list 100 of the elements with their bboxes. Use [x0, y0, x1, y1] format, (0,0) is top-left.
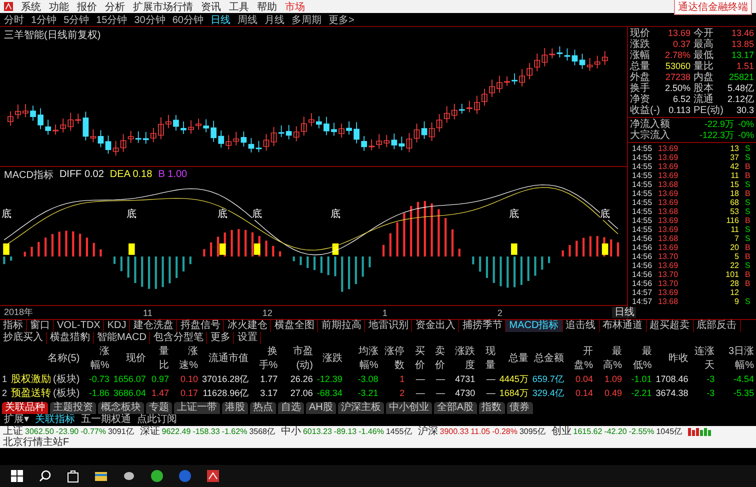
column-header[interactable]: 涨跌: [314, 344, 344, 372]
indicator-tab[interactable]: 冰火建仓: [224, 320, 272, 332]
category-tab[interactable]: 自选: [278, 402, 304, 414]
period-tab[interactable]: 30分钟: [134, 12, 166, 26]
column-header[interactable]: 现量: [477, 344, 498, 372]
category-tab[interactable]: 全部A股: [434, 402, 477, 414]
column-header[interactable]: 名称(5): [9, 344, 82, 372]
index-percent: -1.46%: [358, 426, 384, 437]
trade-side: B: [745, 162, 752, 171]
category-tab[interactable]: 沪深主板: [338, 402, 384, 414]
indicator-tab[interactable]: 地雷识别: [365, 320, 412, 332]
menu-item[interactable]: 分析: [105, 0, 125, 14]
sector-name[interactable]: 股权激励: [11, 374, 52, 385]
indicator-tab[interactable]: 捋盘信号: [177, 320, 224, 332]
indicator-tab[interactable]: 指标: [0, 320, 27, 332]
period-tab[interactable]: 日线: [210, 12, 230, 26]
app-icon[interactable]: [122, 469, 136, 483]
menu-item[interactable]: 帮助: [257, 0, 277, 14]
column-header[interactable]: 最低%: [624, 344, 654, 372]
column-header[interactable]: 涨幅%: [82, 344, 112, 372]
indicator-tab[interactable]: 布林通道: [600, 320, 647, 332]
column-header[interactable]: 卖价: [426, 344, 447, 372]
category-tab[interactable]: 概念板块: [98, 402, 144, 414]
indicator-tab[interactable]: MACD指标: [506, 320, 563, 332]
indicator-tab[interactable]: 建仓洗盘: [130, 320, 178, 332]
column-header[interactable]: 总量: [497, 344, 530, 372]
link[interactable]: 五一期权通: [81, 414, 132, 426]
menu-item[interactable]: 系统: [21, 0, 41, 14]
folder-icon[interactable]: [94, 469, 108, 483]
trading-app-icon[interactable]: [206, 469, 220, 483]
indicator-tab[interactable]: 横盘全图: [271, 320, 318, 332]
indicator-tab[interactable]: 包含分型笔: [150, 332, 208, 344]
indicator-tab[interactable]: 前期拉高: [318, 320, 366, 332]
link[interactable]: 扩展▾: [4, 414, 30, 426]
column-header[interactable]: 买价: [406, 344, 427, 372]
column-header[interactable]: 换手%: [250, 344, 280, 372]
menu-item[interactable]: 市场: [285, 0, 305, 14]
indicator-tab[interactable]: 追击线: [562, 320, 600, 332]
menu-item[interactable]: 功能: [49, 0, 69, 14]
period-tab[interactable]: 周线: [238, 12, 258, 26]
column-header[interactable]: 昨收: [654, 344, 690, 372]
column-header[interactable]: 流通市值: [200, 344, 251, 372]
windows-logo-icon[interactable]: [10, 469, 24, 483]
category-tab[interactable]: 关联品种: [2, 402, 48, 414]
column-header[interactable]: 最高%: [594, 344, 624, 372]
indicator-tab[interactable]: 窗口: [27, 320, 54, 332]
column-header[interactable]: 总金额: [530, 344, 566, 372]
menu-item[interactable]: 扩展市场行情: [133, 0, 193, 14]
column-header[interactable]: 涨速%: [170, 344, 200, 372]
category-tab[interactable]: 港股: [222, 402, 248, 414]
category-tab[interactable]: 债券: [506, 402, 533, 414]
indicator-value: B 1.00: [158, 169, 188, 180]
link[interactable]: 关联指标: [35, 414, 76, 426]
sector-name[interactable]: 预盈送转: [11, 388, 52, 399]
category-tab[interactable]: AH股: [306, 402, 336, 414]
column-header[interactable]: 量比: [148, 344, 171, 372]
search-icon[interactable]: [38, 469, 52, 483]
indicator-tab[interactable]: 设置: [234, 332, 262, 344]
indicator-tab[interactable]: 智能MACD: [94, 332, 150, 344]
indicator-tab[interactable]: 超买超卖: [646, 320, 694, 332]
menu-item[interactable]: 报价: [77, 0, 97, 14]
shopping-bag-icon[interactable]: [66, 469, 80, 483]
app-logo-icon[interactable]: [4, 2, 13, 11]
period-tab[interactable]: 15分钟: [96, 12, 128, 26]
category-tab[interactable]: 上证一带: [174, 402, 220, 414]
period-tab[interactable]: 更多>: [328, 12, 354, 26]
table-cell-text: 3686.04: [112, 387, 147, 400]
period-tab[interactable]: 月线: [264, 12, 284, 26]
column-header[interactable]: 连涨天: [690, 344, 717, 372]
column-header[interactable]: 涨停数: [380, 344, 407, 372]
period-tab[interactable]: 60分钟: [172, 12, 204, 26]
menu-item[interactable]: 资讯: [201, 0, 221, 14]
table-cell-text: 2: [398, 387, 406, 400]
indicator-tab[interactable]: 横盘猎豹: [47, 332, 94, 344]
column-header[interactable]: 涨跌度: [447, 344, 478, 372]
period-tab[interactable]: 分时: [4, 12, 24, 26]
period-tab[interactable]: 5分钟: [64, 12, 90, 26]
period-tab[interactable]: 多周期: [292, 12, 322, 26]
indicator-tab[interactable]: 资金出入: [412, 320, 460, 332]
category-tab[interactable]: 指数: [478, 402, 505, 414]
column-header[interactable]: 3日涨幅%: [716, 344, 756, 372]
indicator-tab[interactable]: KDJ: [104, 320, 130, 332]
category-tab[interactable]: 专题: [146, 402, 172, 414]
period-tab[interactable]: 1分钟: [31, 12, 57, 26]
indicator-tab[interactable]: 抄底买入: [0, 332, 47, 344]
link[interactable]: 点此订阅: [137, 414, 178, 426]
category-tab[interactable]: 热点: [250, 402, 276, 414]
chat-app-icon[interactable]: [150, 469, 164, 483]
column-header[interactable]: 市盈(动): [280, 344, 315, 372]
column-header[interactable]: 现价: [111, 344, 148, 372]
indicator-tab[interactable]: 更多: [207, 332, 234, 344]
column-header[interactable]: 均涨幅%: [344, 344, 380, 372]
table-cell-text: 659.7亿: [531, 372, 565, 386]
column-header[interactable]: 开盘%: [566, 344, 595, 372]
category-tab[interactable]: 中小创业: [386, 402, 432, 414]
indicator-tab[interactable]: VOL-TDX: [54, 320, 104, 332]
browser-icon[interactable]: [178, 469, 192, 483]
menu-item[interactable]: 工具: [229, 0, 249, 14]
category-tab[interactable]: 主题投资: [50, 402, 96, 414]
indicator-tab[interactable]: 底部反击: [694, 320, 741, 332]
